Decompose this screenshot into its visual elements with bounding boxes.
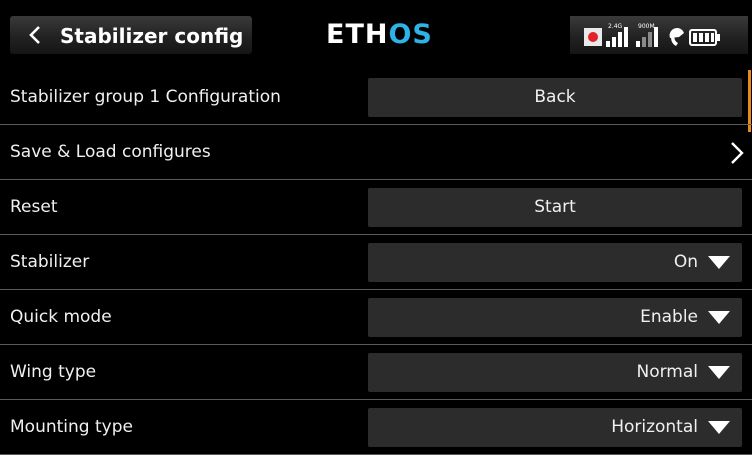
signal-900m-label: 900M [638,23,655,30]
wing-type-select[interactable]: Normal [368,353,742,392]
row-label: Reset [10,197,58,217]
telemetry-icon [669,28,684,46]
start-button[interactable]: Start [368,188,742,227]
row-label: Stabilizer [10,252,90,272]
quick-mode-select[interactable]: Enable [368,298,742,337]
page-title: Stabilizer config [60,24,244,48]
dropdown-arrow-icon [708,421,730,434]
mounting-type-value: Horizontal [611,417,698,437]
dropdown-arrow-icon [708,256,730,269]
signal-2g4-icon: 2.4G [606,23,628,47]
row-label: Save & Load configures [10,142,211,162]
row-stabilizer-group-config: Stabilizer group 1 Configuration Back [0,70,752,125]
signal-2g4-label: 2.4G [608,23,623,30]
battery-icon [689,29,720,46]
stabilizer-select[interactable]: On [368,243,742,282]
mounting-type-select[interactable]: Horizontal [368,408,742,447]
stabilizer-value: On [673,252,698,272]
wing-type-value: Normal [636,362,698,382]
row-label: Stabilizer group 1 Configuration [10,87,281,107]
dropdown-arrow-icon [708,311,730,324]
row-label: Wing type [10,362,97,382]
row-stabilizer: Stabilizer On [0,235,752,290]
row-reset: Reset Start [0,180,752,235]
record-icon [584,28,602,46]
start-button-label: Start [534,197,576,217]
status-icons: 2.4G 900M [584,23,720,47]
row-label: Quick mode [10,307,112,327]
row-mounting-type: Mounting type Horizontal [0,400,752,455]
row-save-load-configures[interactable]: Save & Load configures [0,125,752,180]
chevron-right-icon [731,142,744,164]
dropdown-arrow-icon [708,366,730,379]
row-label: Mounting type [10,417,133,437]
ethos-logo: ETHOS [326,20,433,50]
back-button[interactable]: Back [368,78,742,117]
quick-mode-value: Enable [640,307,698,327]
back-arrow-icon[interactable] [26,26,44,44]
row-wing-type: Wing type Normal [0,345,752,400]
signal-900m-icon: 900M [636,23,658,47]
row-quick-mode: Quick mode Enable [0,290,752,345]
back-button-label: Back [534,87,576,107]
logo-text-eth: ETH [326,19,389,50]
logo-text-os: OS [388,19,433,50]
header-bar: Stabilizer config ETHOS 2.4G 900M [0,0,752,68]
